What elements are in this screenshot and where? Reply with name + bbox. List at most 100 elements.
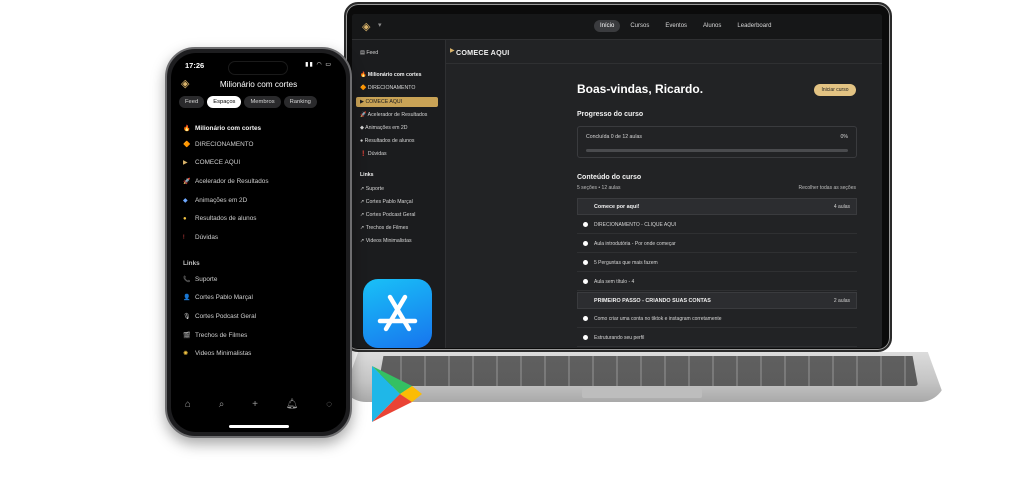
status-icons: ▮▮ ◠ ▭ bbox=[305, 62, 332, 68]
lesson-item[interactable]: Estruturando seu perfil bbox=[577, 329, 857, 347]
phone-item-comece-aqui[interactable]: ▶ COMECE AQUI bbox=[183, 159, 240, 166]
film-icon: 🎬 bbox=[183, 333, 191, 339]
sidebar-links-header: Links bbox=[360, 172, 374, 178]
section-name: Comece por aqui! bbox=[594, 204, 640, 210]
phone-bottom-nav: ⌂ ⌕ + 🔔︎ ◌ bbox=[171, 399, 346, 410]
top-nav-leaderboard[interactable]: Leaderboard bbox=[731, 20, 777, 32]
lesson-status-icon bbox=[583, 241, 588, 246]
status-time: 17:26 bbox=[185, 61, 205, 70]
lesson-title: 5 Perguntas que mais fazem bbox=[594, 260, 658, 266]
phone-item-direcionamento[interactable]: 🔶 DIRECIONAMENTO bbox=[183, 141, 253, 148]
content-meta: 5 seções • 12 aulas bbox=[577, 185, 621, 191]
sidebar-link-podcast[interactable]: ↗ Cortes Podcast Geral bbox=[360, 212, 415, 218]
sidebar-item-comece-aqui[interactable]: ▶ COMECE AQUI bbox=[356, 97, 438, 107]
laptop-keyboard bbox=[378, 356, 918, 386]
app-store-icon[interactable] bbox=[363, 279, 432, 348]
lesson-item[interactable]: DIRECIONAMENTO - CLIQUE AQUI bbox=[577, 216, 857, 234]
tab-espacos[interactable]: Espaços bbox=[207, 96, 242, 108]
phone-item-resultados[interactable]: ● Resultados de alunos bbox=[183, 215, 256, 222]
lesson-status-icon bbox=[583, 335, 588, 340]
lesson-status-icon bbox=[583, 316, 588, 321]
section-header[interactable]: Comece por aqui! 4 aulas bbox=[577, 198, 857, 215]
brand-logo-icon[interactable]: ◈ bbox=[362, 21, 376, 33]
section-count: 4 aulas bbox=[833, 204, 850, 210]
content-title: Conteúdo do curso bbox=[577, 174, 642, 181]
mic-icon: 🎙 bbox=[183, 314, 191, 320]
section-name: PRIMEIRO PASSO - CRIANDO SUAS CONTAS bbox=[594, 298, 711, 304]
phone-icon: 📞 bbox=[183, 277, 191, 283]
phone-link-suporte[interactable]: 📞 Suporte bbox=[183, 276, 217, 283]
home-indicator[interactable] bbox=[229, 425, 289, 428]
course-content-list: Comece por aqui! 4 aulas DIRECIONAMENTO … bbox=[577, 198, 857, 348]
rocket-icon: 🚀 bbox=[183, 179, 191, 185]
tab-membros[interactable]: Membros bbox=[244, 96, 281, 108]
lesson-title: Aula sem título - 4 bbox=[594, 279, 635, 285]
page-header: ▶ COMECE AQUI bbox=[446, 40, 882, 64]
lesson-status-icon bbox=[583, 279, 588, 284]
lesson-item[interactable]: Aula sem título - 4 bbox=[577, 273, 857, 291]
welcome-heading: Boas-vindas, Ricardo. bbox=[577, 82, 704, 96]
smile-icon: ● bbox=[183, 216, 187, 222]
phone-link-filmes[interactable]: 🎬 Trechos de Filmes bbox=[183, 332, 247, 339]
top-nav-inicio[interactable]: Início bbox=[594, 20, 621, 32]
google-play-icon[interactable] bbox=[368, 364, 424, 424]
section-header[interactable]: PRIMEIRO PASSO - CRIANDO SUAS CONTAS 2 a… bbox=[577, 292, 857, 309]
tab-feed[interactable]: Feed bbox=[179, 96, 205, 108]
sidebar-item-animacoes[interactable]: ◆ Animações em 2D bbox=[360, 125, 408, 131]
progress-percent: 0% bbox=[840, 134, 849, 140]
phone-link-minimalistas[interactable]: ✺ Videos Minimalistas bbox=[183, 350, 251, 357]
sun-icon: ✺ bbox=[183, 351, 189, 357]
sidebar-item-resultados[interactable]: ● Resultados de alunos bbox=[360, 138, 414, 144]
phone-item-duvidas[interactable]: ! Dúvidas bbox=[183, 234, 218, 241]
phone-link-pablo[interactable]: 👤 Cortes Pablo Marçal bbox=[183, 294, 253, 301]
sidebar-link-pablo[interactable]: ↗ Cortes Pablo Marçal bbox=[360, 199, 413, 205]
phone-links-header: Links bbox=[183, 260, 200, 267]
lesson-status-icon bbox=[583, 260, 588, 265]
collapse-all-link[interactable]: Recolher todas as seções bbox=[798, 185, 856, 191]
lesson-item[interactable]: 5 Perguntas que mais fazem bbox=[577, 254, 857, 272]
progress-bar bbox=[586, 149, 848, 152]
page-title: COMECE AQUI bbox=[456, 48, 510, 57]
exclamation-icon: ! bbox=[183, 235, 185, 241]
tab-ranking[interactable]: Ranking bbox=[283, 96, 317, 108]
chat-icon[interactable]: ◌ bbox=[326, 399, 332, 410]
phone-link-podcast[interactable]: 🎙 Cortes Podcast Geral bbox=[183, 313, 256, 320]
bell-icon[interactable]: 🔔︎ bbox=[286, 399, 299, 410]
sidebar-link-minimalistas[interactable]: ↗ Videos Minimalistas bbox=[360, 238, 412, 244]
lesson-item[interactable]: Como criar uma conta no tiktok e instagr… bbox=[577, 310, 857, 328]
sidebar-item-duvidas[interactable]: ❗ Dúvidas bbox=[360, 151, 387, 157]
top-nav-cursos[interactable]: Cursos bbox=[624, 20, 655, 32]
sidebar-link-suporte[interactable]: ↗ Suporte bbox=[360, 186, 384, 192]
lesson-title: Como criar uma conta no tiktok e instagr… bbox=[594, 316, 722, 322]
progress-title: Progresso do curso bbox=[577, 111, 644, 118]
phone-screen: 17:26 ▮▮ ◠ ▭ ◈ Milionário com cortes Fee… bbox=[171, 53, 346, 432]
play-icon: ▶ bbox=[183, 160, 188, 166]
plus-icon[interactable]: + bbox=[252, 399, 258, 410]
progress-label: Concluída 0 de 12 aulas bbox=[586, 134, 642, 140]
sidebar-group-title: 🔥 Milionário com cortes bbox=[360, 72, 422, 78]
phone-tabs: Feed Espaços Membros Ranking bbox=[179, 96, 317, 108]
top-nav-eventos[interactable]: Eventos bbox=[659, 20, 693, 32]
sidebar-item-acelerador[interactable]: 🚀 Acelerador de Resultados bbox=[360, 112, 427, 118]
play-icon: ▶ bbox=[450, 48, 455, 54]
fire-icon: 🔥 bbox=[183, 126, 191, 132]
section-count: 2 aulas bbox=[833, 298, 850, 304]
lesson-title: Estruturando seu perfil bbox=[594, 335, 645, 341]
top-nav-alunos[interactable]: Alunos bbox=[697, 20, 727, 32]
phone-item-animacoes[interactable]: ◆ Animações em 2D bbox=[183, 197, 247, 204]
sidebar-item-direcionamento[interactable]: 🔶 DIRECIONAMENTO bbox=[360, 85, 415, 91]
start-course-button[interactable]: Iniciar curso bbox=[814, 84, 856, 96]
dynamic-island bbox=[228, 61, 288, 75]
search-icon[interactable]: ⌕ bbox=[219, 399, 225, 410]
lesson-item[interactable]: Aula introdutória - Por onde começar bbox=[577, 235, 857, 253]
lesson-title: DIRECIONAMENTO - CLIQUE AQUI bbox=[594, 222, 677, 228]
chevron-down-icon[interactable]: ▾ bbox=[378, 21, 382, 29]
sidebar-item-feed[interactable]: ▤ Feed bbox=[360, 50, 378, 56]
top-bar: ◈ ▾ Início Cursos Eventos Alunos Leaderb… bbox=[352, 14, 882, 40]
phone-title: Milionário com cortes bbox=[219, 80, 298, 89]
diamond-icon: 🔶 bbox=[183, 142, 191, 148]
person-icon: 👤 bbox=[183, 295, 191, 301]
phone-item-acelerador[interactable]: 🚀 Acelerador de Resultados bbox=[183, 178, 269, 185]
sidebar-link-filmes[interactable]: ↗ Trechos de Filmes bbox=[360, 225, 408, 231]
home-icon[interactable]: ⌂ bbox=[185, 399, 191, 410]
